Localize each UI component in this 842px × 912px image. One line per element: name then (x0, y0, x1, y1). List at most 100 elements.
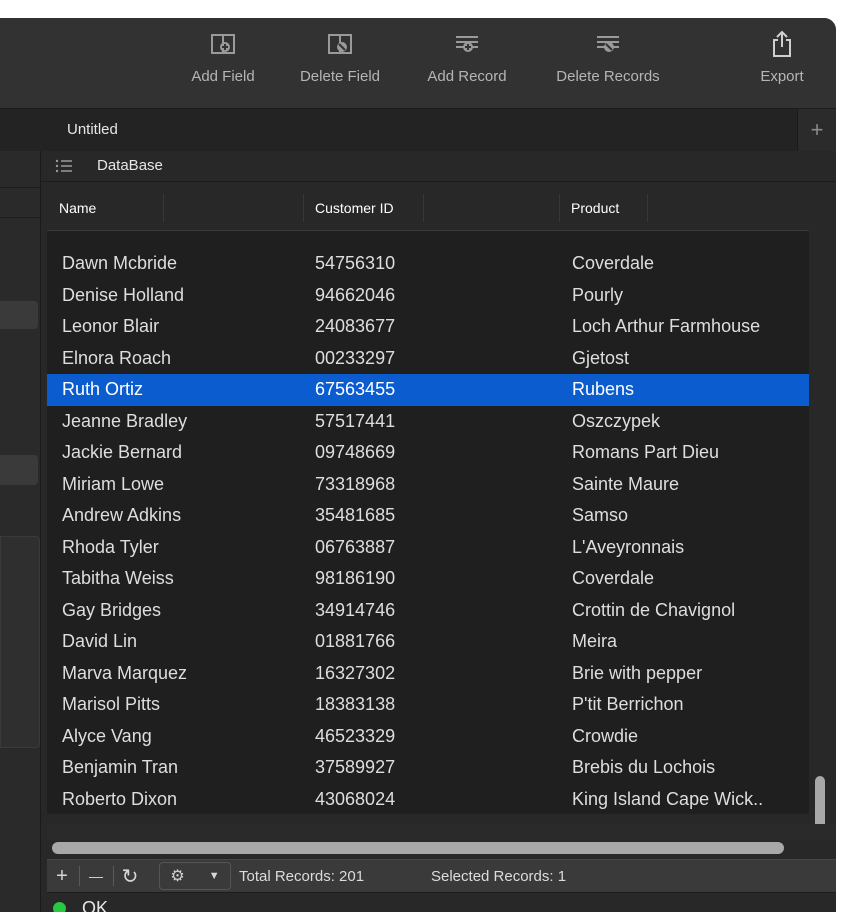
add-record-icon (451, 30, 483, 58)
cell-customer-id: 46523329 (315, 725, 396, 746)
table-row[interactable]: Jeanne Bradley 57517441 Oszczypek (47, 406, 809, 438)
cell-customer-id: 06763887 (315, 536, 396, 557)
remove-record-button[interactable]: — (81, 860, 111, 892)
sidebar-panel (0, 536, 40, 748)
app-window: Add Field Delete Field Add Record Delete… (0, 18, 836, 912)
cell-product: Rubens (572, 379, 635, 399)
export-button[interactable]: Export (752, 30, 812, 100)
table-row[interactable]: Miriam Lowe 73318968 Sainte Maure (47, 469, 809, 501)
table-row[interactable]: Jackie Bernard 09748669 Romans Part Dieu (47, 437, 809, 469)
delete-records-icon (592, 30, 624, 58)
cell-name: Benjamin Tran (62, 757, 179, 777)
horizontal-scroll-track (47, 824, 836, 840)
cell-product: Gjetost (572, 347, 630, 368)
cell-customer-id: 18383138 (315, 694, 396, 714)
status-text: OK (82, 897, 109, 912)
cell-customer-id: 16327302 (315, 662, 396, 683)
table-row[interactable]: Marisol Pitts 18383138 P'tit Berrichon (47, 689, 809, 721)
selected-records-label: Selected Records: 1 (431, 868, 567, 885)
bar-divider (79, 866, 80, 886)
column-header-customer-id[interactable]: Customer ID (303, 186, 555, 230)
table-row[interactable]: Benjamin Tran 37589927 Brebis du Lochois (47, 752, 809, 784)
table-header: Name Customer ID Product (47, 186, 809, 231)
cell-name: Leonor Blair (62, 316, 160, 336)
cell-product: L'Aveyronnais (572, 536, 685, 557)
new-tab-button[interactable]: + (798, 109, 836, 151)
cell-name: Elnora Roach (62, 347, 172, 368)
cell-customer-id: 94662046 (315, 284, 396, 305)
sidebar-divider (0, 187, 40, 188)
cell-name: Denise Holland (62, 284, 185, 305)
add-record-button[interactable]: Add Record (416, 30, 518, 100)
sidebar-item[interactable] (0, 455, 38, 485)
cell-product: Brebis du Lochois (572, 757, 716, 777)
cell-name: Andrew Adkins (62, 505, 182, 525)
chevron-down-icon: ▼ (208, 870, 220, 882)
cell-product: Romans Part Dieu (572, 442, 720, 462)
status-bar: OK (47, 896, 108, 912)
cell-name: Dawn Mcbride (62, 253, 178, 273)
table-row[interactable]: Dawn Mcbride 54756310 Coverdale (47, 248, 809, 280)
cell-customer-id: 00233297 (315, 347, 396, 368)
share-icon (766, 30, 798, 58)
cell-product: Pourly (572, 284, 624, 305)
add-field-icon (207, 30, 239, 58)
cell-name: Ruth Ortiz (62, 379, 144, 399)
refresh-icon: ↻ (121, 865, 139, 888)
column-divider (423, 194, 424, 222)
cell-name: Jackie Bernard (62, 442, 183, 462)
table-row[interactable]: Roberto Dixon 43068024 King Island Cape Wi… (47, 784, 809, 815)
list-icon[interactable] (55, 158, 73, 179)
cell-product: Loch Arthur Farmhouse (572, 316, 761, 336)
database-header: DataBase (41, 151, 836, 182)
delete-field-button[interactable]: Delete Field (288, 30, 392, 100)
table-row[interactable]: David Lin 01881766 Meira (47, 626, 809, 658)
database-title: DataBase (97, 157, 163, 174)
bottom-bar: + — ↻ ⚙ ▼ Total Records: 201 Selected Re… (47, 859, 836, 893)
settings-popup-button[interactable]: ⚙ ▼ (159, 862, 231, 890)
cell-customer-id: 35481685 (315, 505, 396, 525)
cell-customer-id: 98186190 (315, 568, 396, 588)
table-row[interactable]: Tabitha Weiss 98186190 Coverdale (47, 563, 809, 595)
bar-divider (113, 866, 114, 886)
sidebar (0, 151, 41, 912)
cell-customer-id: 24083677 (315, 316, 396, 336)
table-body: Dawn Mcbride 54756310 Coverdale Denise Holl… (47, 248, 809, 814)
table-row[interactable]: Denise Holland 94662046 Pourly (47, 280, 809, 312)
cell-name: David Lin (62, 631, 138, 651)
vertical-scrollbar[interactable] (815, 776, 825, 830)
cell-customer-id: 43068024 (315, 788, 396, 809)
sidebar-item[interactable] (0, 301, 38, 329)
cell-product: Coverdale (572, 253, 655, 273)
table-row[interactable]: Alyce Vang 46523329 Crowdie (47, 721, 809, 753)
delete-records-button[interactable]: Delete Records (541, 30, 675, 100)
delete-field-label: Delete Field (299, 68, 381, 85)
table-row[interactable]: Ruth Ortiz 67563455 Rubens (47, 374, 809, 406)
table-row[interactable]: Rhoda Tyler 06763887 L'Aveyronnais (47, 532, 809, 564)
column-header-product[interactable]: Product (559, 186, 809, 230)
cell-product: Coverdale (572, 568, 655, 588)
tab-untitled[interactable]: Untitled (0, 109, 798, 151)
cell-product: King Island Cape Wick.. (572, 788, 764, 809)
table-row[interactable]: Elnora Roach 00233297 Gjetost (47, 343, 809, 375)
records-table: Name Customer ID Product Dawn Mcbride 547… (47, 186, 809, 814)
cell-customer-id: 54756310 (315, 253, 396, 273)
refresh-button[interactable]: ↻ (115, 860, 145, 892)
cell-product: Brie with pepper (572, 662, 703, 683)
add-record-small-button[interactable]: + (47, 860, 77, 892)
horizontal-scrollbar[interactable] (52, 842, 784, 854)
cell-customer-id: 67563455 (315, 379, 396, 399)
cell-product: Samso (572, 505, 629, 525)
table-row[interactable]: Leonor Blair 24083677 Loch Arthur Farmhous… (47, 311, 809, 343)
cell-name: Rhoda Tyler (62, 536, 159, 557)
add-field-button[interactable]: Add Field (182, 30, 264, 100)
column-divider (163, 194, 164, 222)
cell-product: Sainte Maure (572, 473, 680, 494)
gear-icon: ⚙ (170, 868, 185, 885)
column-header-name[interactable]: Name (47, 186, 299, 230)
table-row[interactable]: Andrew Adkins 35481685 Samso (47, 500, 809, 532)
table-row[interactable]: Gay Bridges 34914746 Crottin de Chavignol (47, 595, 809, 627)
status-indicator-icon (53, 901, 66, 912)
table-row[interactable]: Marva Marquez 16327302 Brie with pepper (47, 658, 809, 690)
cell-customer-id: 09748669 (315, 442, 396, 462)
